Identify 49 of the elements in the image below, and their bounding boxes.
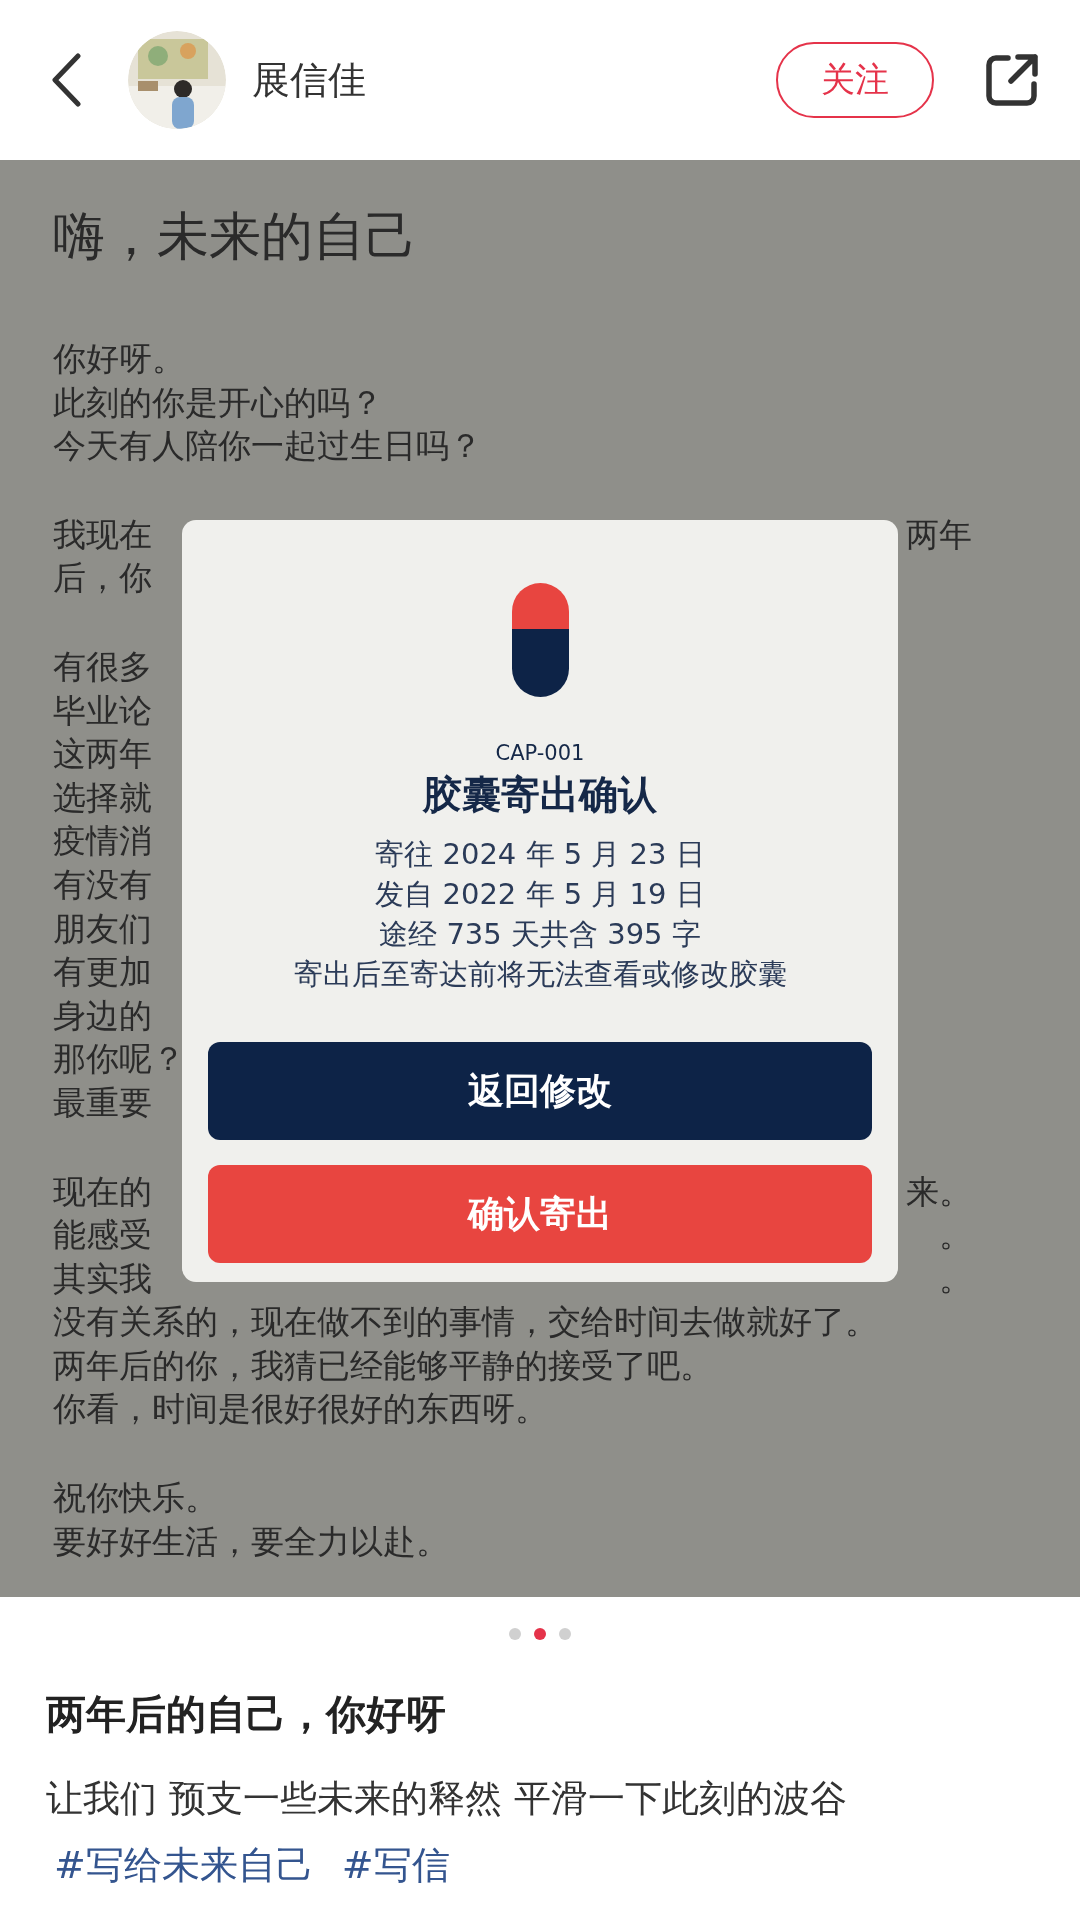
- letter-line: 后，你: [53, 557, 152, 600]
- letter-line: 我现在: [53, 513, 152, 556]
- letter-line: 身边的: [53, 994, 152, 1037]
- letter-line: 能感受: [53, 1214, 152, 1257]
- capsule-code: CAP-001: [495, 740, 585, 766]
- follow-button[interactable]: 关注: [776, 42, 934, 118]
- letter-line: 选择就: [53, 776, 152, 819]
- letter-line: 朋友们: [53, 907, 152, 950]
- letter-line: 现在的: [53, 1170, 152, 1213]
- letter-line: 有更加: [53, 951, 152, 994]
- letter-line: 没有关系的，现在做不到的事情，交给时间去做就好了。: [53, 1301, 878, 1344]
- post-title: 两年后的自己，你好呀: [46, 1690, 447, 1739]
- letter-line: 疫情消: [53, 820, 152, 863]
- carousel-dot[interactable]: [559, 1628, 571, 1640]
- back-icon[interactable]: [50, 53, 82, 107]
- dialog-detail: 途经 735 天共含 395 字: [379, 916, 701, 953]
- author-name[interactable]: 展信佳: [252, 54, 776, 106]
- letter-line: 来。: [906, 1170, 972, 1213]
- letter-line: 要好好生活，要全力以赴。: [53, 1520, 449, 1563]
- letter-line: 你看，时间是很好很好的东西呀。: [53, 1388, 548, 1431]
- hashtag-link[interactable]: #写给未来自己: [54, 1838, 314, 1892]
- letter-line: 有没有: [53, 863, 152, 906]
- letter-title: 嗨，未来的自己: [53, 205, 418, 268]
- letter-line: 。: [939, 1214, 972, 1257]
- letter-line: 这两年: [53, 733, 152, 776]
- carousel-dot[interactable]: [534, 1628, 546, 1640]
- letter-line: 你好呀。: [53, 338, 185, 380]
- letter-line: 。: [939, 1257, 972, 1300]
- capsule-icon: [511, 583, 569, 697]
- letter-line: 有很多: [53, 645, 152, 688]
- dialog-detail: 寄往 2024 年 5 月 23 日: [375, 836, 705, 873]
- letter-line: 最重要: [53, 1081, 152, 1124]
- share-icon[interactable]: [984, 52, 1040, 108]
- letter-line: 其实我: [53, 1257, 152, 1300]
- letter-line: 两年后的你，我猜已经能够平静的接受了吧。: [53, 1344, 713, 1387]
- letter-line: 此刻的你是开心的吗？: [53, 381, 383, 424]
- back-edit-button[interactable]: 返回修改: [208, 1042, 872, 1140]
- letter-line: 今天有人陪你一起过生日吗？: [53, 425, 482, 468]
- letter-line: 两年: [906, 513, 972, 556]
- hashtag-link[interactable]: #写信: [341, 1838, 450, 1892]
- post-description: 让我们 预支一些未来的释然 平滑一下此刻的波谷: [46, 1776, 848, 1822]
- dialog-detail: 寄出后至寄达前将无法查看或修改胶囊: [293, 956, 787, 993]
- dialog-detail: 发自 2022 年 5 月 19 日: [375, 876, 705, 913]
- carousel-dot[interactable]: [509, 1628, 521, 1640]
- letter-line: 祝你快乐。: [53, 1477, 218, 1520]
- dialog-title: 胶囊寄出确认: [423, 771, 657, 819]
- confirm-send-button[interactable]: 确认寄出: [208, 1165, 872, 1263]
- letter-line: 那你呢？: [53, 1038, 185, 1081]
- letter-line: 毕业论: [53, 689, 152, 732]
